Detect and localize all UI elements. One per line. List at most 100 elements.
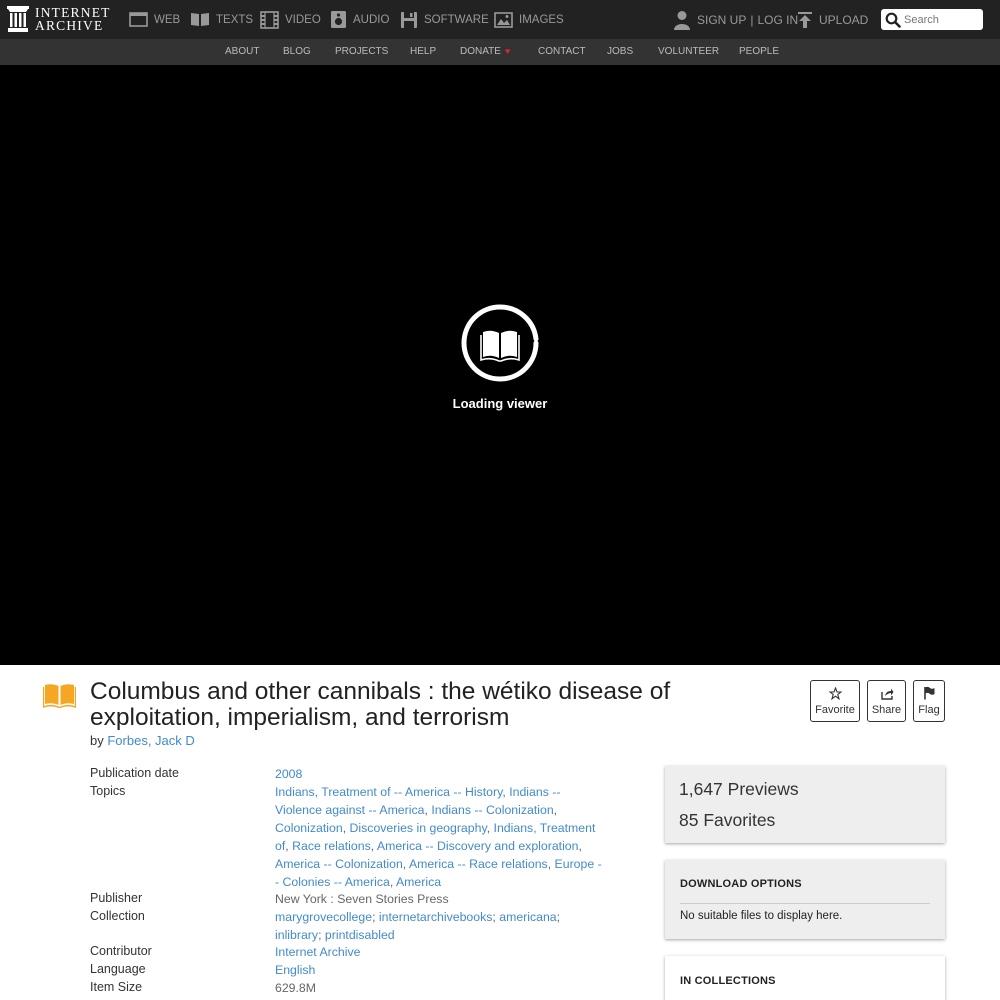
- texts-icon: [191, 13, 209, 26]
- nav-software-label: SOFTWARE: [424, 13, 489, 26]
- publisher-label: Publisher: [90, 891, 143, 905]
- heart-icon: ♥: [504, 46, 511, 56]
- top-nav: INTERNET ARCHIVE WEB TEXTS VIDEO AUDIO S…: [0, 0, 1000, 39]
- texts-icon: [43, 684, 76, 708]
- topic-link[interactable]: Race relations: [292, 839, 371, 853]
- topics-value: Indians, Treatment of -- America -- Hist…: [275, 785, 602, 889]
- subnav-volunteer[interactable]: VOLUNTEER: [658, 39, 719, 65]
- nav-images[interactable]: IMAGES: [494, 0, 564, 39]
- audio-icon: [331, 11, 346, 28]
- subnav-projects[interactable]: PROJECTS: [335, 39, 388, 65]
- video-icon: [260, 10, 279, 29]
- upload-icon: [798, 11, 812, 28]
- contributor-value: Internet Archive: [275, 943, 605, 961]
- subnav-people[interactable]: PEOPLE: [739, 39, 779, 65]
- internet-archive-logo[interactable]: INTERNET ARCHIVE: [7, 5, 111, 33]
- collection-value: marygrovecollege; internetarchivebooks; …: [275, 910, 561, 942]
- nav-texts[interactable]: TEXTS: [190, 0, 253, 39]
- nav-video[interactable]: VIDEO: [260, 0, 321, 39]
- subnav-help[interactable]: HELP: [410, 39, 436, 65]
- divider: [680, 903, 930, 904]
- download-message: No suitable files to display here.: [680, 910, 843, 922]
- nav-software[interactable]: SOFTWARE: [400, 0, 489, 39]
- topic-link[interactable]: America: [396, 875, 441, 889]
- topic-link[interactable]: America -- Discovery and exploration: [377, 839, 579, 853]
- publication-date-value: 2008: [275, 765, 605, 783]
- topics-label: Topics: [90, 784, 126, 798]
- share-icon: [880, 688, 893, 700]
- loading-text: Loading viewer: [452, 396, 548, 411]
- language-value: English: [275, 961, 605, 979]
- nav-web-label: WEB: [154, 13, 181, 26]
- account-separator: |: [750, 12, 754, 27]
- nav-audio[interactable]: AUDIO: [330, 0, 389, 39]
- previews-count: 1,647: [679, 779, 723, 799]
- in-collections-heading: IN COLLECTIONS: [680, 975, 776, 987]
- upload-label: UPLOAD: [819, 12, 869, 27]
- flag-icon: [924, 686, 935, 700]
- language-label: Language: [90, 962, 146, 976]
- user-icon: [674, 10, 690, 30]
- favorites-count: 85: [679, 810, 699, 830]
- item-title: Columbus and other cannibals : the wétik…: [90, 678, 671, 731]
- favorites-stat: 85 Favorites: [679, 810, 775, 831]
- topic-link[interactable]: Indians -- Colonization: [431, 803, 553, 817]
- book-icon: [480, 330, 520, 362]
- subnav-donate-label: DONATE: [460, 46, 501, 57]
- language-link[interactable]: English: [275, 963, 315, 977]
- contributor-label: Contributor: [90, 944, 152, 958]
- topic-link[interactable]: Indians, Treatment of -- America -- Hist…: [275, 785, 502, 799]
- logo-text: INTERNET ARCHIVE: [35, 6, 111, 33]
- by-label: by: [90, 733, 104, 748]
- share-button[interactable]: Share: [867, 680, 906, 722]
- software-icon: [401, 11, 417, 28]
- previews-label: Previews: [727, 779, 799, 799]
- book-viewer[interactable]: Loading viewer: [0, 65, 1000, 665]
- sub-nav: ABOUT BLOG PROJECTS HELP DONATE ♥ CONTACT…: [0, 39, 1000, 65]
- web-icon: [129, 12, 148, 27]
- subnav-about[interactable]: ABOUT: [225, 39, 259, 65]
- nav-web[interactable]: WEB: [129, 0, 180, 39]
- subnav-donate[interactable]: DONATE ♥: [460, 39, 510, 65]
- loading-spinner: [461, 304, 539, 382]
- publication-date-link[interactable]: 2008: [275, 767, 302, 781]
- search-icon[interactable]: [885, 12, 901, 28]
- star-icon: [828, 686, 842, 700]
- publication-date-label: Publication date: [90, 766, 179, 780]
- in-collections-box: IN COLLECTIONS: [665, 956, 945, 1000]
- stats-box: 1,647 Previews 85 Favorites: [665, 766, 945, 843]
- archive-building-icon: [7, 6, 29, 32]
- nav-video-label: VIDEO: [285, 13, 321, 26]
- collection-link[interactable]: americana: [499, 910, 556, 924]
- nav-texts-label: TEXTS: [216, 13, 254, 26]
- publisher-value: New York : Seven Stories Press: [275, 892, 449, 906]
- upload-link[interactable]: UPLOAD: [797, 0, 868, 39]
- author-link[interactable]: Forbes, Jack D: [107, 733, 194, 748]
- collection-link[interactable]: internetarchivebooks: [379, 910, 492, 924]
- contributor-link[interactable]: Internet Archive: [275, 945, 360, 959]
- download-options-heading: DOWNLOAD OPTIONS: [680, 878, 802, 890]
- flag-button[interactable]: Flag: [913, 680, 945, 722]
- nav-audio-label: AUDIO: [353, 13, 390, 26]
- byline: by Forbes, Jack D: [90, 733, 195, 748]
- logo-line-2: ARCHIVE: [35, 18, 104, 33]
- flag-label: Flag: [918, 704, 940, 716]
- sign-up-link[interactable]: SIGN UP: [697, 13, 746, 27]
- topic-link[interactable]: Discoveries in geography: [350, 821, 487, 835]
- favorite-button[interactable]: Favorite: [810, 680, 860, 722]
- item-size-label: Item Size: [90, 980, 143, 994]
- subnav-blog[interactable]: BLOG: [283, 39, 311, 65]
- topic-link[interactable]: Colonization: [275, 821, 343, 835]
- collection-link[interactable]: marygrovecollege: [275, 910, 372, 924]
- favorite-label: Favorite: [815, 703, 855, 716]
- collection-label: Collection: [90, 909, 145, 923]
- search-input[interactable]: [904, 13, 976, 26]
- log-in-link[interactable]: LOG IN: [757, 13, 798, 27]
- collection-link[interactable]: inlibrary: [275, 928, 318, 942]
- search-box: [881, 9, 983, 30]
- subnav-jobs[interactable]: JOBS: [607, 39, 633, 65]
- topic-link[interactable]: America -- Race relations: [409, 857, 548, 871]
- subnav-contact[interactable]: CONTACT: [538, 39, 586, 65]
- collection-link[interactable]: printdisabled: [325, 928, 395, 942]
- topic-link[interactable]: America -- Colonization: [275, 857, 403, 871]
